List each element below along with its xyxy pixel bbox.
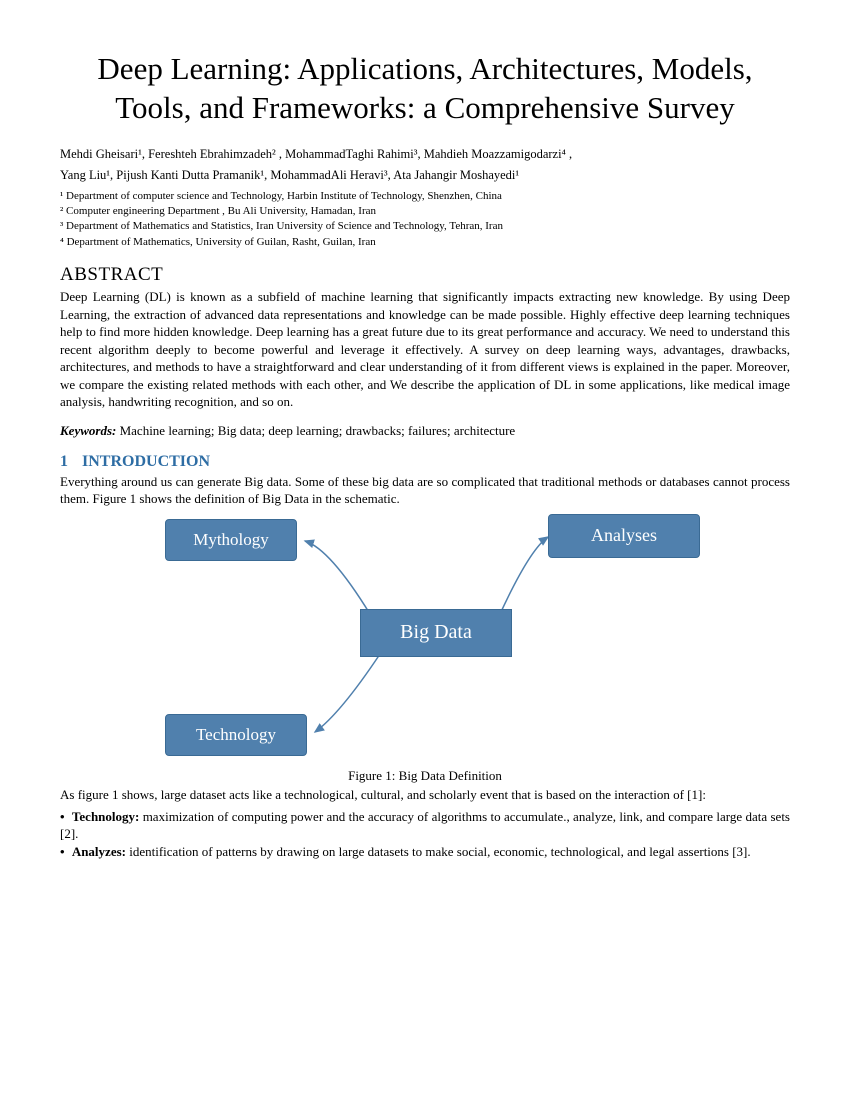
figure-1-diagram: Mythology Analyses Big Data Technology <box>130 514 720 764</box>
affiliation-1: ¹ Department of computer science and Tec… <box>60 189 790 204</box>
abstract-heading: ABSTRACT <box>60 264 790 286</box>
authors-line-2: Yang Liu¹, Pijush Kanti Dutta Pramanik¹,… <box>60 167 790 185</box>
diagram-box-bigdata: Big Data <box>360 609 512 657</box>
figure-1-caption: Figure 1: Big Data Definition <box>60 768 790 784</box>
bullet-technology-label: Technology: <box>72 809 139 824</box>
affiliation-4: ⁴ Department of Mathematics, University … <box>60 235 790 250</box>
diagram-box-technology: Technology <box>165 714 307 756</box>
bullet-technology: • Technology: maximization of computing … <box>60 808 790 843</box>
bullet-analyzes-label: Analyzes: <box>72 844 126 859</box>
keywords-text: Machine learning; Big data; deep learnin… <box>116 423 515 438</box>
affiliation-3: ³ Department of Mathematics and Statisti… <box>60 219 790 234</box>
keywords-label: Keywords: <box>60 423 116 438</box>
bullet-analyzes: • Analyzes: identification of patterns b… <box>60 843 790 861</box>
bullet-analyzes-text: identification of patterns by drawing on… <box>126 844 751 859</box>
abstract-text: Deep Learning (DL) is known as a subfiel… <box>60 288 790 411</box>
paper-title: Deep Learning: Applications, Architectur… <box>60 50 790 128</box>
bullet-dot-icon: • <box>60 809 65 824</box>
bullet-technology-text: maximization of computing power and the … <box>60 809 790 842</box>
diagram-box-analyses: Analyses <box>548 514 700 558</box>
authors-line-1: Mehdi Gheisari¹, Fereshteh Ebrahimzadeh²… <box>60 146 790 164</box>
section-title: INTRODUCTION <box>82 453 210 470</box>
bullet-dot-icon: • <box>60 844 65 859</box>
affiliation-2: ² Computer engineering Department , Bu A… <box>60 204 790 219</box>
keywords: Keywords: Machine learning; Big data; de… <box>60 423 790 439</box>
section-heading-introduction: 1 INTRODUCTION <box>60 453 790 471</box>
affiliations: ¹ Department of computer science and Tec… <box>60 189 790 251</box>
intro-paragraph: Everything around us can generate Big da… <box>60 473 790 508</box>
post-figure-paragraph: As figure 1 shows, large dataset acts li… <box>60 786 790 804</box>
diagram-box-mythology: Mythology <box>165 519 297 561</box>
section-number: 1 <box>60 453 68 470</box>
